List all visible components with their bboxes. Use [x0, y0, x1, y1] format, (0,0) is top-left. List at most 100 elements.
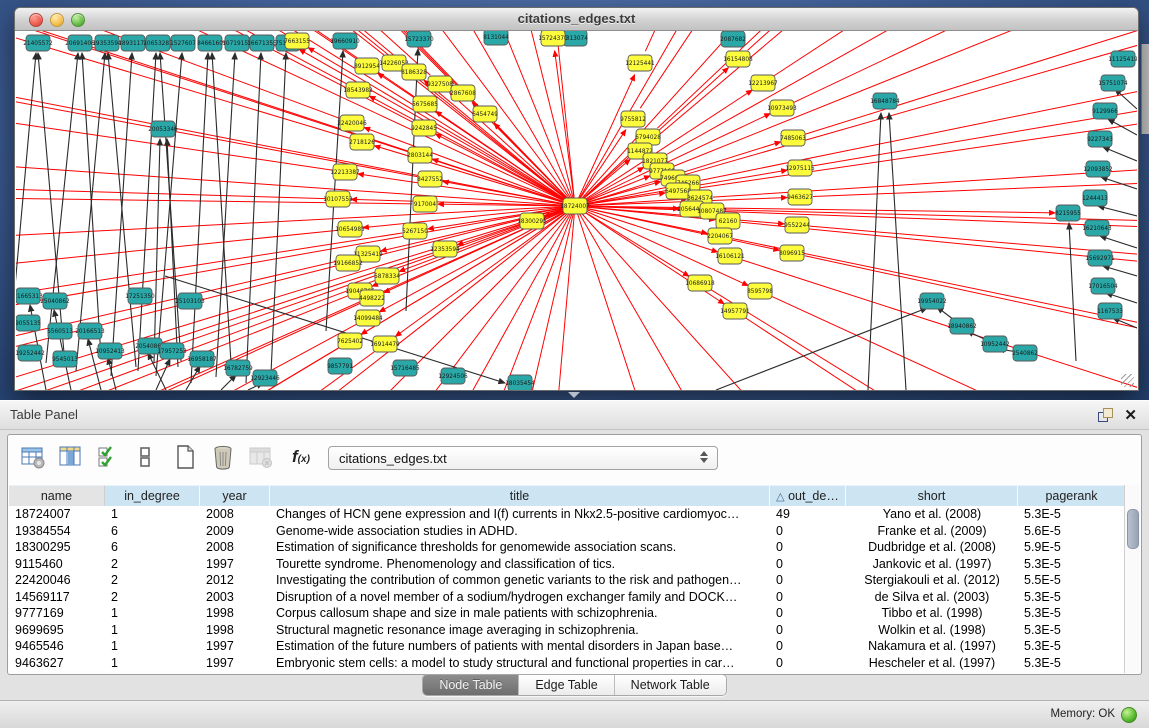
citation-edge-red[interactable] — [748, 31, 1137, 50]
create-column-icon[interactable] — [172, 444, 200, 472]
graph-node-yellow[interactable]: 12353594 — [430, 241, 460, 257]
graph-node-teal[interactable]: 10653287 — [143, 35, 173, 51]
table-row[interactable]: 969969511998Structural magnetic resonanc… — [9, 622, 1126, 639]
citation-edge-red[interactable] — [364, 128, 575, 206]
cell-title[interactable]: Investigating the contribution of common… — [270, 572, 770, 589]
citation-edge-red[interactable] — [16, 108, 575, 206]
citation-edge-red[interactable] — [16, 206, 575, 279]
table-row[interactable]: 946554611997Estimation of the future num… — [9, 638, 1126, 655]
graph-node-teal[interactable]: 9129966 — [1092, 103, 1118, 119]
cell-pagerank[interactable]: 5.3E-5 — [1018, 506, 1126, 523]
graph-node-yellow[interactable]: 4498222 — [359, 290, 385, 306]
graph-node-yellow[interactable]: 2718126 — [349, 134, 375, 150]
cell-title[interactable]: Tourette syndrome. Phenomenology and cla… — [270, 556, 770, 573]
table-row[interactable]: 1456911722003Disruption of a novel membe… — [9, 589, 1126, 606]
cell-name[interactable]: 19384554 — [9, 523, 105, 540]
cell-title[interactable]: Corpus callosum shape and size in male p… — [270, 605, 770, 622]
citation-edge-red[interactable] — [666, 31, 1137, 155]
cell-title[interactable]: Genome-wide association studies in ADHD. — [270, 523, 770, 540]
graph-node-teal[interactable]: 11125419 — [1108, 51, 1137, 67]
graph-node-teal[interactable]: 21665313 — [16, 288, 43, 304]
graph-node-yellow[interactable]: 5878334 — [374, 268, 400, 284]
column-header-out_degree[interactable]: △ out_de… — [770, 485, 846, 506]
graph-node-teal[interactable]: 12093852 — [1083, 161, 1113, 177]
function-builder-icon[interactable]: f(x) — [292, 447, 320, 475]
graph-node-yellow[interactable]: 8912954 — [354, 58, 380, 74]
graph-node-yellow[interactable]: 2204067 — [707, 228, 733, 244]
citation-edge-black[interactable] — [1069, 223, 1076, 361]
graph-node-teal[interactable]: 16210643 — [1082, 220, 1112, 236]
graph-node-teal[interactable]: 9055135 — [16, 315, 41, 331]
cell-title[interactable]: Estimation of significance thresholds fo… — [270, 539, 770, 556]
window-titlebar[interactable]: citations_edges.txt — [15, 8, 1138, 31]
citation-edge-red[interactable] — [794, 31, 1137, 102]
memory-ok-indicator[interactable] — [1121, 707, 1137, 723]
cell-year[interactable]: 2008 — [200, 506, 270, 523]
cell-year[interactable]: 2008 — [200, 539, 270, 556]
citation-edge-red[interactable] — [436, 111, 575, 206]
graph-node-yellow[interactable]: 19166852 — [333, 255, 363, 271]
graph-node-yellow[interactable]: 16154808 — [723, 51, 753, 67]
table-row[interactable]: 977716911998Corpus callosum shape and si… — [9, 605, 1126, 622]
graph-node-teal[interactable]: 15723370 — [404, 31, 434, 47]
table-row[interactable]: 1938455462009Genome-wide association stu… — [9, 523, 1126, 540]
cell-name[interactable]: 9115460 — [9, 556, 105, 573]
cell-title[interactable]: Changes of HCN gene expression and I(f) … — [270, 506, 770, 523]
cell-short[interactable]: Jankovic et al. (1997) — [846, 556, 1018, 573]
cell-in_degree[interactable]: 1 — [105, 506, 200, 523]
cell-out_degree[interactable]: 0 — [770, 556, 846, 573]
cell-pagerank[interactable]: 5.3E-5 — [1018, 605, 1126, 622]
cell-year[interactable]: 1997 — [200, 655, 270, 672]
column-header-short[interactable]: short — [846, 485, 1018, 506]
table-scrollbar[interactable] — [1124, 485, 1140, 673]
graph-node-teal[interactable]: 16848784 — [870, 93, 900, 109]
citation-edge-black[interactable] — [716, 308, 927, 390]
graph-node-yellow[interactable]: 917004 — [413, 196, 437, 212]
graph-node-teal[interactable]: 8466160 — [197, 35, 223, 51]
network-canvas[interactable]: 2140557220691406193535941893117410653287… — [16, 31, 1137, 390]
graph-node-teal[interactable]: 9227343 — [1087, 131, 1113, 147]
resize-grip-icon[interactable] — [1121, 374, 1134, 387]
citation-edge-red[interactable] — [16, 31, 417, 177]
cell-title[interactable]: Disruption of a novel member of a sodium… — [270, 589, 770, 606]
graph-node-yellow[interactable]: 8427552 — [417, 171, 443, 187]
graph-node-yellow[interactable]: 22420046 — [337, 115, 367, 131]
cell-short[interactable]: Dudbridge et al. (2008) — [846, 539, 1018, 556]
citation-edge-black[interactable] — [1100, 236, 1137, 248]
cell-year[interactable]: 1997 — [200, 638, 270, 655]
graph-node-yellow[interactable]: 6454749 — [472, 106, 498, 122]
graph-node-yellow[interactable]: 9552244 — [784, 217, 810, 233]
citation-edge-black[interactable] — [1108, 119, 1137, 135]
cell-out_degree[interactable]: 0 — [770, 572, 846, 589]
cell-pagerank[interactable]: 5.3E-5 — [1018, 655, 1126, 672]
cell-in_degree[interactable]: 1 — [105, 638, 200, 655]
citation-edge-black[interactable] — [154, 139, 160, 363]
cell-short[interactable]: Nakamura et al. (1997) — [846, 638, 1018, 655]
graph-node-teal[interactable]: 10952442 — [980, 336, 1010, 352]
graph-node-yellow[interactable]: 8186328 — [401, 64, 427, 80]
citation-edge-black[interactable] — [191, 53, 208, 383]
graph-node-yellow[interactable]: 7625402 — [337, 333, 363, 349]
graph-node-yellow[interactable]: 12125441 — [625, 55, 655, 71]
graph-node-teal[interactable]: 20166513 — [75, 323, 105, 339]
network-table-select[interactable]: citations_edges.txt — [328, 446, 718, 470]
row-height-icon[interactable] — [132, 444, 160, 472]
graph-node-teal[interactable]: 1167533 — [1097, 303, 1123, 319]
cell-year[interactable]: 2012 — [200, 572, 270, 589]
graph-node-teal[interactable]: 16671355 — [247, 35, 277, 51]
column-header-title[interactable]: title — [270, 485, 770, 506]
graph-node-yellow[interactable]: 14099484 — [353, 310, 383, 326]
float-panel-icon[interactable] — [1098, 408, 1113, 422]
select-visible-columns-icon[interactable] — [96, 444, 124, 472]
graph-node-teal[interactable]: 12924506 — [438, 368, 468, 384]
cell-year[interactable]: 1998 — [200, 605, 270, 622]
graph-node-yellow[interactable]: 9242845 — [411, 120, 437, 136]
graph-node-yellow[interactable]: 5675685 — [412, 96, 438, 112]
cell-year[interactable]: 2003 — [200, 589, 270, 606]
graph-node-teal[interactable]: 15716485 — [390, 360, 420, 376]
graph-node-teal[interactable]: 25040862 — [40, 293, 70, 309]
cell-short[interactable]: Wolkin et al. (1998) — [846, 622, 1018, 639]
graph-node-yellow[interactable]: 16914479 — [370, 336, 400, 352]
citation-edge-red[interactable] — [16, 303, 360, 390]
citation-edge-red[interactable] — [16, 31, 286, 34]
